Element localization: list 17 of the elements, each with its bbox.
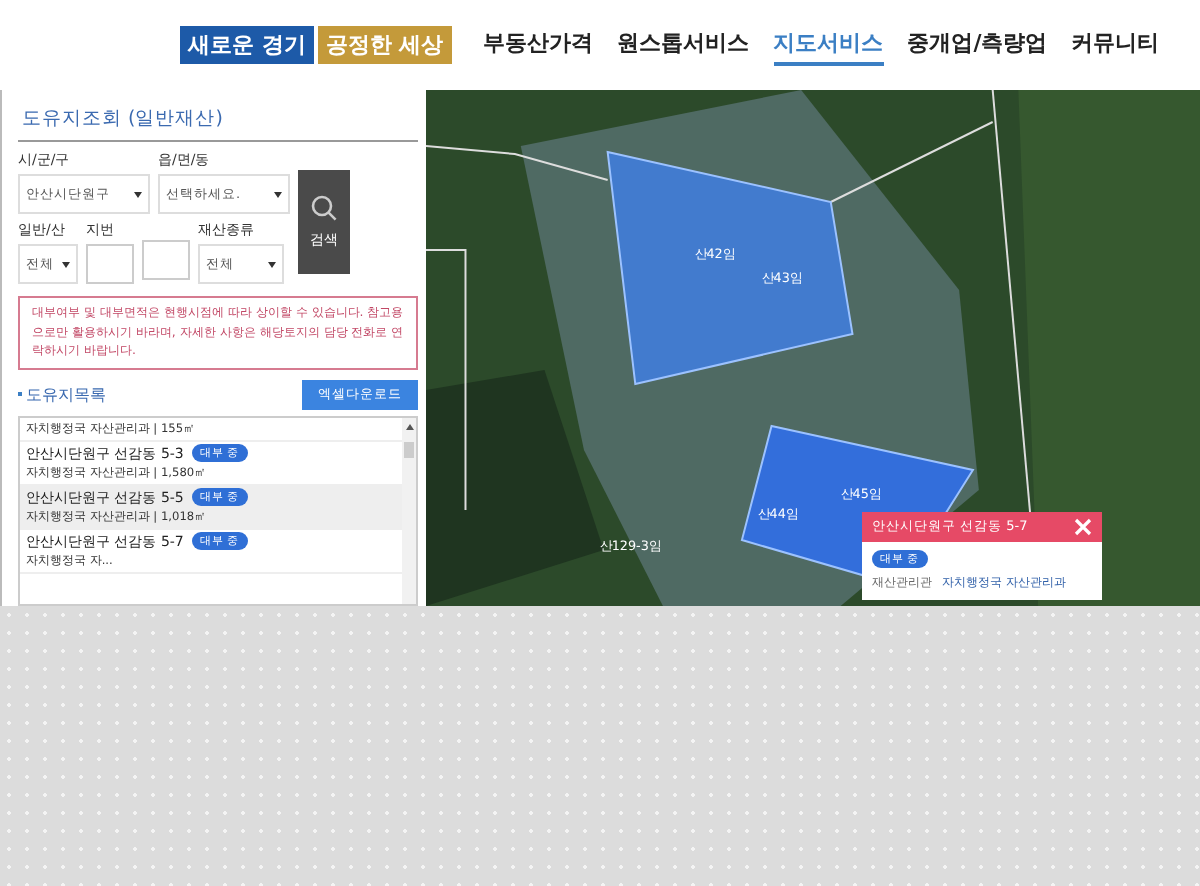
caret-icon — [268, 261, 276, 267]
scrollbar[interactable] — [402, 417, 416, 604]
panel-title: 도유지조회 (일반재산) — [18, 102, 418, 142]
nav-link[interactable]: 원스톱서비스 — [617, 24, 750, 66]
caret-icon — [62, 261, 70, 267]
nav-link[interactable]: 중개업/측량업 — [907, 24, 1048, 66]
nav-link[interactable]: 지도서비스 — [773, 24, 884, 66]
logo-left[interactable]: 새로운 경기 — [180, 26, 314, 64]
close-icon[interactable] — [1074, 518, 1092, 536]
caret-icon — [134, 191, 142, 197]
input-field[interactable] — [86, 244, 134, 284]
list-title: 도유지목록 — [26, 383, 106, 405]
search-icon — [310, 194, 338, 222]
input-field[interactable] — [142, 240, 190, 280]
nav-link[interactable]: 부동산가격 — [483, 24, 594, 66]
nav-link[interactable]: 커뮤니티 — [1071, 24, 1160, 66]
caret-icon — [274, 191, 282, 197]
